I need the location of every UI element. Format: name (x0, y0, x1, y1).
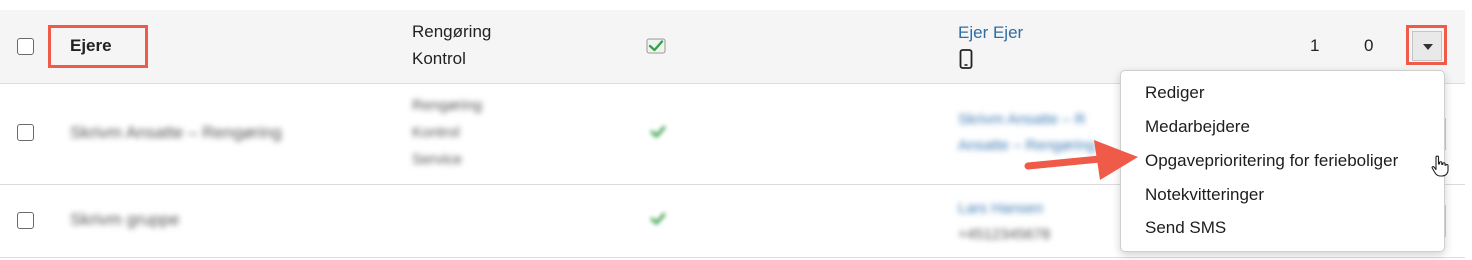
menu-item-send-sms[interactable]: Send SMS (1145, 216, 1226, 240)
contact-phone: +4512345678 (958, 226, 1051, 243)
check-icon (650, 213, 666, 225)
menu-item-note-receipts[interactable]: Notekvitteringer (1145, 183, 1264, 207)
menu-item-task-priority[interactable]: Opgaveprioritering for ferieboliger (1145, 149, 1398, 173)
check-icon (646, 38, 666, 54)
row-checkbox[interactable] (17, 38, 34, 55)
contact-name-link[interactable]: Lars Hansen (958, 196, 1043, 222)
table-bottom-border (0, 257, 1465, 258)
group-name[interactable]: Skrivm Ansatte – Rengøring (70, 120, 282, 146)
row-actions-edge (1445, 118, 1446, 150)
menu-item-employees[interactable]: Medarbejdere (1145, 115, 1250, 139)
task-type: Service (412, 151, 463, 168)
row-checkbox[interactable] (17, 124, 34, 141)
annotation-arrow (1024, 140, 1138, 180)
highlight-frame (1406, 25, 1447, 65)
row-actions-menu: Rediger Medarbejdere Opgaveprioritering … (1120, 70, 1445, 252)
group-name[interactable]: Skrivm gruppe (70, 207, 180, 233)
hand-pointer-icon (1431, 155, 1449, 177)
menu-item-edit[interactable]: Rediger (1145, 81, 1205, 105)
check-icon (650, 126, 666, 138)
row-checkbox[interactable] (17, 212, 34, 229)
task-type: Kontrol (412, 124, 460, 141)
contact-name-link[interactable]: Skrivm Ansatte – R (958, 107, 1086, 133)
count-b: 0 (1364, 36, 1374, 55)
task-type: Kontrol (412, 49, 466, 68)
contact-name-link[interactable]: Ejer Ejer (958, 20, 1023, 46)
task-type: Rengøring (412, 22, 492, 41)
task-type: Rengøring (412, 97, 483, 114)
row-actions-edge (1445, 205, 1446, 237)
mobile-phone-icon (959, 49, 973, 69)
count-a: 1 (1310, 36, 1320, 55)
highlight-frame (48, 25, 148, 68)
